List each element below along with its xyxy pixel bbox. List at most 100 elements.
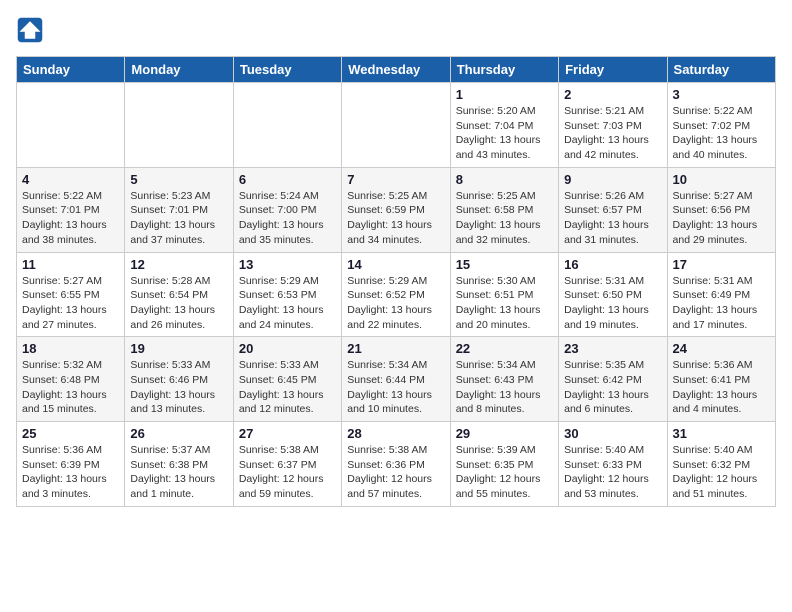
- day-header-wednesday: Wednesday: [342, 57, 450, 83]
- day-info: Sunrise: 5:39 AM Sunset: 6:35 PM Dayligh…: [456, 443, 553, 502]
- calendar-cell: 17Sunrise: 5:31 AM Sunset: 6:49 PM Dayli…: [667, 252, 775, 337]
- day-info: Sunrise: 5:36 AM Sunset: 6:39 PM Dayligh…: [22, 443, 119, 502]
- day-info: Sunrise: 5:23 AM Sunset: 7:01 PM Dayligh…: [130, 189, 227, 248]
- calendar-cell: 6 Sunrise: 5:24 AM Sunset: 7:00 PM Daylig…: [233, 167, 341, 252]
- day-number: 21: [347, 341, 444, 356]
- calendar-cell: 26 Sunrise: 5:37 AM Sunset: 6:38 PM Dayli…: [125, 422, 233, 507]
- day-number: 15: [456, 257, 553, 272]
- calendar-cell: 2 Sunrise: 5:21 AM Sunset: 7:03 PM Daylig…: [559, 83, 667, 168]
- day-info: Sunrise: 5:36 AM Sunset: 6:41 PM Dayligh…: [673, 358, 770, 417]
- day-info: Sunrise: 5:25 AM Sunset: 6:58 PM Dayligh…: [456, 189, 553, 248]
- day-header-saturday: Saturday: [667, 57, 775, 83]
- day-info: Sunrise: 5:40 AM Sunset: 6:33 PM Dayligh…: [564, 443, 661, 502]
- calendar-cell: 8 Sunrise: 5:25 AM Sunset: 6:58 PM Daylig…: [450, 167, 558, 252]
- calendar-cell: 18Sunrise: 5:32 AM Sunset: 6:48 PM Dayli…: [17, 337, 125, 422]
- day-info: Sunrise: 5:27 AM Sunset: 6:55 PM Dayligh…: [22, 274, 119, 333]
- day-info: Sunrise: 5:20 AM Sunset: 7:04 PM Dayligh…: [456, 104, 553, 163]
- calendar-cell: 22 Sunrise: 5:34 AM Sunset: 6:43 PM Dayli…: [450, 337, 558, 422]
- calendar-cell: 7Sunrise: 5:25 AM Sunset: 6:59 PM Daylig…: [342, 167, 450, 252]
- calendar-cell: 19Sunrise: 5:33 AM Sunset: 6:46 PM Dayli…: [125, 337, 233, 422]
- day-number: 23: [564, 341, 661, 356]
- day-info: Sunrise: 5:34 AM Sunset: 6:43 PM Dayligh…: [456, 358, 553, 417]
- week-row-4: 18Sunrise: 5:32 AM Sunset: 6:48 PM Dayli…: [17, 337, 776, 422]
- day-number: 3: [673, 87, 770, 102]
- day-number: 10: [673, 172, 770, 187]
- day-number: 2: [564, 87, 661, 102]
- day-info: Sunrise: 5:21 AM Sunset: 7:03 PM Dayligh…: [564, 104, 661, 163]
- week-row-1: 1 Sunrise: 5:20 AM Sunset: 7:04 PM Daylig…: [17, 83, 776, 168]
- calendar-cell: 23 Sunrise: 5:35 AM Sunset: 6:42 PM Dayli…: [559, 337, 667, 422]
- day-info: Sunrise: 5:34 AM Sunset: 6:44 PM Dayligh…: [347, 358, 444, 417]
- day-number: 13: [239, 257, 336, 272]
- calendar-cell: 1 Sunrise: 5:20 AM Sunset: 7:04 PM Daylig…: [450, 83, 558, 168]
- day-header-sunday: Sunday: [17, 57, 125, 83]
- day-number: 4: [22, 172, 119, 187]
- day-header-monday: Monday: [125, 57, 233, 83]
- day-number: 22: [456, 341, 553, 356]
- day-info: Sunrise: 5:29 AM Sunset: 6:53 PM Dayligh…: [239, 274, 336, 333]
- calendar-cell: 15 Sunrise: 5:30 AM Sunset: 6:51 PM Dayli…: [450, 252, 558, 337]
- day-info: Sunrise: 5:30 AM Sunset: 6:51 PM Dayligh…: [456, 274, 553, 333]
- day-number: 19: [130, 341, 227, 356]
- calendar-cell: [233, 83, 341, 168]
- day-info: Sunrise: 5:28 AM Sunset: 6:54 PM Dayligh…: [130, 274, 227, 333]
- calendar-cell: [17, 83, 125, 168]
- day-number: 9: [564, 172, 661, 187]
- calendar-cell: [342, 83, 450, 168]
- calendar-cell: 4 Sunrise: 5:22 AM Sunset: 7:01 PM Daylig…: [17, 167, 125, 252]
- calendar-cell: 29Sunrise: 5:39 AM Sunset: 6:35 PM Dayli…: [450, 422, 558, 507]
- calendar-cell: 10 Sunrise: 5:27 AM Sunset: 6:56 PM Dayli…: [667, 167, 775, 252]
- day-info: Sunrise: 5:29 AM Sunset: 6:52 PM Dayligh…: [347, 274, 444, 333]
- day-info: Sunrise: 5:38 AM Sunset: 6:37 PM Dayligh…: [239, 443, 336, 502]
- day-info: Sunrise: 5:26 AM Sunset: 6:57 PM Dayligh…: [564, 189, 661, 248]
- calendar-header-row: SundayMondayTuesdayWednesdayThursdayFrid…: [17, 57, 776, 83]
- day-number: 8: [456, 172, 553, 187]
- calendar-cell: 12Sunrise: 5:28 AM Sunset: 6:54 PM Dayli…: [125, 252, 233, 337]
- day-number: 26: [130, 426, 227, 441]
- day-number: 27: [239, 426, 336, 441]
- logo-icon: [16, 16, 44, 44]
- calendar-cell: 31 Sunrise: 5:40 AM Sunset: 6:32 PM Dayli…: [667, 422, 775, 507]
- day-info: Sunrise: 5:27 AM Sunset: 6:56 PM Dayligh…: [673, 189, 770, 248]
- calendar-cell: 30 Sunrise: 5:40 AM Sunset: 6:33 PM Dayli…: [559, 422, 667, 507]
- day-number: 30: [564, 426, 661, 441]
- calendar-cell: 28Sunrise: 5:38 AM Sunset: 6:36 PM Dayli…: [342, 422, 450, 507]
- day-number: 14: [347, 257, 444, 272]
- day-info: Sunrise: 5:25 AM Sunset: 6:59 PM Dayligh…: [347, 189, 444, 248]
- day-info: Sunrise: 5:35 AM Sunset: 6:42 PM Dayligh…: [564, 358, 661, 417]
- day-info: Sunrise: 5:31 AM Sunset: 6:50 PM Dayligh…: [564, 274, 661, 333]
- day-number: 6: [239, 172, 336, 187]
- calendar-cell: 11Sunrise: 5:27 AM Sunset: 6:55 PM Dayli…: [17, 252, 125, 337]
- page-header: [16, 16, 776, 44]
- day-number: 25: [22, 426, 119, 441]
- calendar-cell: 20Sunrise: 5:33 AM Sunset: 6:45 PM Dayli…: [233, 337, 341, 422]
- day-info: Sunrise: 5:32 AM Sunset: 6:48 PM Dayligh…: [22, 358, 119, 417]
- calendar-cell: 14 Sunrise: 5:29 AM Sunset: 6:52 PM Dayli…: [342, 252, 450, 337]
- day-number: 28: [347, 426, 444, 441]
- day-number: 17: [673, 257, 770, 272]
- day-number: 24: [673, 341, 770, 356]
- calendar-table: SundayMondayTuesdayWednesdayThursdayFrid…: [16, 56, 776, 507]
- day-number: 1: [456, 87, 553, 102]
- day-info: Sunrise: 5:22 AM Sunset: 7:01 PM Dayligh…: [22, 189, 119, 248]
- day-info: Sunrise: 5:40 AM Sunset: 6:32 PM Dayligh…: [673, 443, 770, 502]
- calendar-cell: 3Sunrise: 5:22 AM Sunset: 7:02 PM Daylig…: [667, 83, 775, 168]
- day-info: Sunrise: 5:33 AM Sunset: 6:45 PM Dayligh…: [239, 358, 336, 417]
- day-info: Sunrise: 5:24 AM Sunset: 7:00 PM Dayligh…: [239, 189, 336, 248]
- calendar-cell: 16 Sunrise: 5:31 AM Sunset: 6:50 PM Dayli…: [559, 252, 667, 337]
- day-number: 16: [564, 257, 661, 272]
- calendar-cell: [125, 83, 233, 168]
- week-row-2: 4 Sunrise: 5:22 AM Sunset: 7:01 PM Daylig…: [17, 167, 776, 252]
- day-number: 5: [130, 172, 227, 187]
- week-row-5: 25 Sunrise: 5:36 AM Sunset: 6:39 PM Dayli…: [17, 422, 776, 507]
- calendar-cell: 27 Sunrise: 5:38 AM Sunset: 6:37 PM Dayli…: [233, 422, 341, 507]
- day-header-tuesday: Tuesday: [233, 57, 341, 83]
- calendar-cell: 25 Sunrise: 5:36 AM Sunset: 6:39 PM Dayli…: [17, 422, 125, 507]
- calendar-cell: 13 Sunrise: 5:29 AM Sunset: 6:53 PM Dayli…: [233, 252, 341, 337]
- day-header-thursday: Thursday: [450, 57, 558, 83]
- week-row-3: 11Sunrise: 5:27 AM Sunset: 6:55 PM Dayli…: [17, 252, 776, 337]
- calendar-cell: 24 Sunrise: 5:36 AM Sunset: 6:41 PM Dayli…: [667, 337, 775, 422]
- calendar-cell: 9 Sunrise: 5:26 AM Sunset: 6:57 PM Daylig…: [559, 167, 667, 252]
- day-info: Sunrise: 5:37 AM Sunset: 6:38 PM Dayligh…: [130, 443, 227, 502]
- day-number: 31: [673, 426, 770, 441]
